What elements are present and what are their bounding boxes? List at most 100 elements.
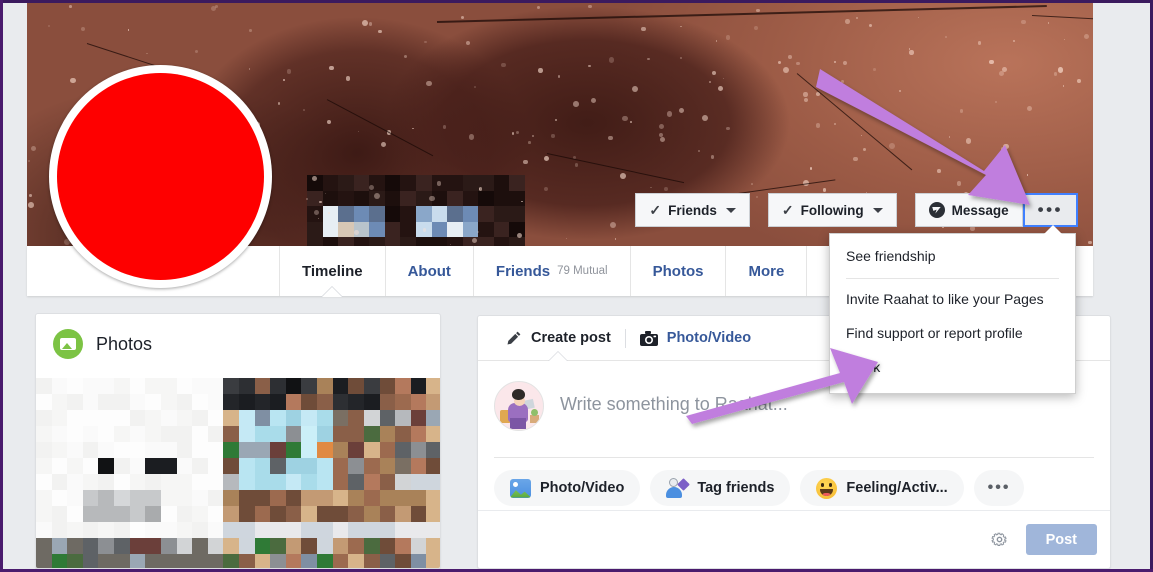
cover-texture-speck xyxy=(311,176,317,182)
menu-item-find-support-or-report-profile[interactable]: Find support or report profile xyxy=(830,317,1075,351)
cover-texture-speck xyxy=(701,114,708,121)
cover-texture-crack xyxy=(1031,15,1093,21)
cover-texture-speck xyxy=(210,5,217,12)
cover-texture-speck xyxy=(522,159,528,165)
cover-texture-speck xyxy=(710,155,714,159)
cover-texture-speck xyxy=(127,29,130,31)
following-button[interactable]: ✓ Following xyxy=(767,193,897,227)
check-icon: ✓ xyxy=(649,202,662,218)
cover-texture-speck xyxy=(80,26,86,32)
photos-thumbnail-grid[interactable] xyxy=(36,378,440,568)
cover-texture-speck xyxy=(959,109,964,113)
tab-more[interactable]: More xyxy=(726,246,808,296)
cover-texture-speck xyxy=(834,123,836,125)
composer-pill-label: Feeling/Activ... xyxy=(846,480,948,496)
cover-texture-speck xyxy=(30,145,36,151)
cover-texture-speck xyxy=(28,159,31,162)
friends-button[interactable]: ✓ Friends xyxy=(635,193,750,227)
cover-texture-speck xyxy=(511,132,515,135)
cover-texture-speck xyxy=(1077,79,1081,83)
tab-label: Timeline xyxy=(302,262,363,280)
post-button[interactable]: Post xyxy=(1025,524,1097,555)
facebook-profile-page: ✓ Friends ✓ Following Message ••• Timeli… xyxy=(27,3,1111,569)
cover-texture-speck xyxy=(608,57,615,63)
cover-texture-speck xyxy=(536,6,541,10)
cover-texture-speck xyxy=(474,86,477,89)
cover-texture-speck xyxy=(647,57,650,61)
menu-item-invite-raahat-to-like-your-pages[interactable]: Invite Raahat to like your Pages xyxy=(830,283,1075,317)
cover-texture-speck xyxy=(726,126,730,131)
cover-texture-speck xyxy=(515,130,519,134)
cover-texture-speck xyxy=(788,55,793,59)
cover-texture-speck xyxy=(1000,147,1005,152)
cover-texture-speck xyxy=(551,134,555,138)
cover-texture-speck xyxy=(1002,67,1008,72)
cover-texture-speck xyxy=(48,24,51,27)
cover-texture-speck xyxy=(722,77,724,80)
chevron-down-icon xyxy=(872,207,883,213)
cover-texture-speck xyxy=(948,136,950,138)
tab-label: About xyxy=(407,262,451,280)
post-text-input[interactable]: Write something to Raahat... xyxy=(560,381,788,415)
cover-texture-speck xyxy=(717,85,724,91)
cover-texture-speck xyxy=(629,120,632,123)
cover-texture-speck xyxy=(588,64,591,68)
message-button-label: Message xyxy=(951,202,1009,218)
cover-texture-speck xyxy=(544,156,550,162)
cover-texture-speck xyxy=(442,124,447,129)
pencil-icon xyxy=(506,330,522,346)
cover-texture-speck xyxy=(461,16,465,20)
cover-texture-speck xyxy=(1021,19,1026,25)
tab-friends[interactable]: Friends 79 Mutual xyxy=(474,246,631,296)
composer-pill-feeling-activity[interactable]: Feeling/Activ... xyxy=(800,470,964,506)
active-tab-caret xyxy=(548,351,569,361)
cover-texture-speck xyxy=(277,102,281,106)
cover-texture-speck xyxy=(614,237,617,240)
cover-texture-speck xyxy=(872,68,876,72)
tab-photos[interactable]: Photos xyxy=(631,246,727,296)
cover-texture-speck xyxy=(412,127,414,130)
cover-texture-speck xyxy=(861,135,863,137)
cover-texture-crack xyxy=(326,99,434,157)
cover-texture-speck xyxy=(828,81,830,84)
tag-friends-icon xyxy=(666,478,691,498)
menu-item-see-friendship[interactable]: See friendship xyxy=(830,240,1075,274)
friends-button-label: Friends xyxy=(668,202,717,218)
profile-avatar[interactable] xyxy=(49,65,272,288)
profile-action-bar: ✓ Friends ✓ Following Message ••• xyxy=(635,193,1078,227)
tab-create-post[interactable]: Create post xyxy=(492,316,625,361)
cover-texture-speck xyxy=(357,131,360,133)
photos-icon xyxy=(53,329,83,359)
cover-texture-speck xyxy=(809,167,813,170)
cover-texture-speck xyxy=(994,100,998,104)
tab-timeline[interactable]: Timeline xyxy=(279,246,386,297)
composer-footer: Post xyxy=(991,524,1097,555)
tab-photo-video[interactable]: Photo/Video xyxy=(626,316,765,360)
cover-texture-speck xyxy=(361,19,368,26)
cover-texture-speck xyxy=(328,211,331,214)
cover-texture-speck xyxy=(715,40,718,42)
menu-item-block[interactable]: Block xyxy=(830,351,1075,385)
cover-texture-speck xyxy=(428,195,435,202)
message-button[interactable]: Message xyxy=(914,193,1023,227)
photos-card: Photos xyxy=(35,313,441,569)
gear-icon[interactable] xyxy=(991,531,1008,548)
more-options-button[interactable]: ••• xyxy=(1022,193,1078,227)
cover-texture-speck xyxy=(803,92,808,97)
tab-about[interactable]: About xyxy=(386,246,474,296)
composer-pill-more-options[interactable]: ••• xyxy=(973,470,1025,506)
cover-texture-speck xyxy=(1047,22,1050,25)
menu-caret xyxy=(1044,225,1062,234)
user-avatar xyxy=(494,381,544,431)
camera-icon xyxy=(639,330,658,346)
cover-texture-speck xyxy=(554,118,557,122)
composer-pill-photo-video[interactable]: Photo/Video xyxy=(494,470,641,506)
composer-pill-tag-friends[interactable]: Tag friends xyxy=(650,470,791,506)
cover-texture-speck xyxy=(944,35,947,38)
photos-card-header[interactable]: Photos xyxy=(36,314,440,373)
cover-texture-speck xyxy=(465,40,470,45)
window-frame-left xyxy=(0,0,3,572)
cover-texture-speck xyxy=(303,108,306,111)
cover-texture-speck xyxy=(146,52,148,55)
cover-texture-crack xyxy=(796,73,913,171)
